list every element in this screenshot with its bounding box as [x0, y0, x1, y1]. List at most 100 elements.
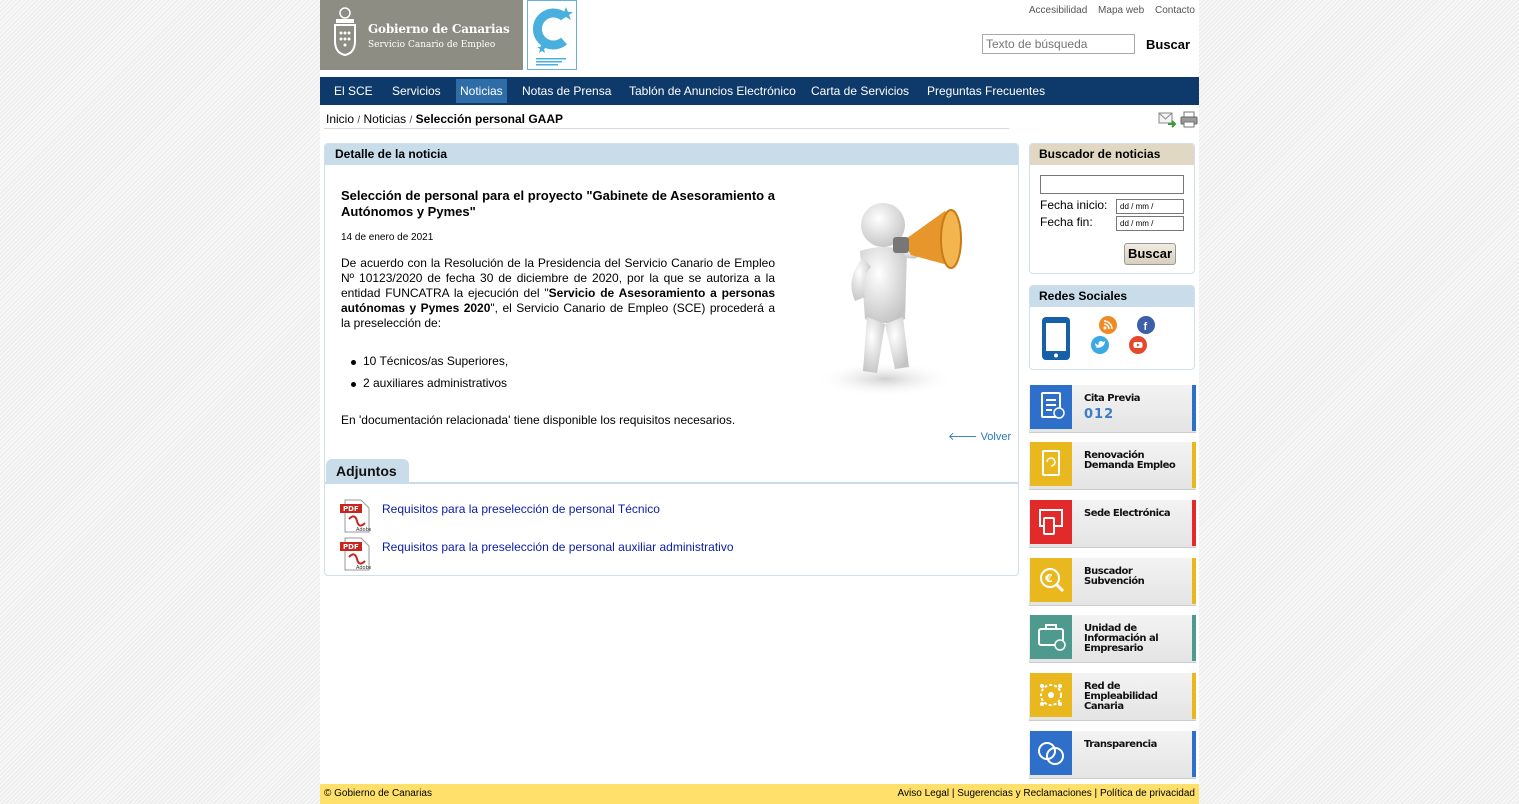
back-link-label: Volver [980, 431, 1012, 443]
megaphone-figure-illustration [815, 203, 962, 397]
appointment-icon [1030, 385, 1072, 429]
breadcrumb-separator: / [409, 115, 413, 126]
start-date-label: Fecha inicio: [1040, 198, 1108, 212]
service-buscador-subvencion[interactable]: € Buscador Subvención [1029, 558, 1196, 606]
link-contacto[interactable]: Contacto [1155, 5, 1195, 16]
devices-icon [1030, 500, 1072, 544]
svg-text:PDF: PDF [343, 505, 359, 513]
back-link[interactable]: 🡐 Volver [948, 429, 1011, 443]
print-icon[interactable] [1180, 111, 1198, 128]
breadcrumb-current: Selección personal GAAP [415, 112, 564, 126]
service-edge [1192, 558, 1196, 604]
search-button[interactable]: Buscar [1146, 37, 1190, 52]
gobierno-de-canarias-logo[interactable]: Gobierno de Canarias Servicio Canario de… [320, 0, 523, 70]
facebook-icon[interactable]: f [1137, 316, 1155, 334]
service-label: Transparencia [1084, 739, 1157, 750]
nav-tablon-anuncios[interactable]: Tablón de Anuncios Electrónico [625, 77, 800, 105]
nav-el-sce[interactable]: El SCE [330, 77, 377, 105]
youtube-icon[interactable] [1129, 336, 1147, 354]
service-edge [1192, 500, 1196, 546]
logo-subtitle: Servicio Canario de Empleo [368, 40, 496, 50]
service-edge [1192, 385, 1196, 431]
nav-servicios[interactable]: Servicios [388, 77, 445, 105]
attachments-tab[interactable]: Adjuntos [326, 459, 409, 483]
news-date: 14 de enero de 2021 [341, 232, 434, 243]
coat-of-arms-icon [334, 7, 356, 57]
service-label: Unidad de Información al Empresario [1084, 623, 1159, 654]
service-transparencia[interactable]: Transparencia [1029, 731, 1196, 779]
list-item: 10 Técnicos/as Superiores, [351, 354, 508, 369]
link-accesibilidad[interactable]: Accesibilidad [1029, 5, 1087, 16]
social-title: Redes Sociales [1030, 286, 1194, 307]
footer-separator: | [951, 788, 955, 799]
svg-text:Adobe: Adobe [356, 565, 371, 571]
breadcrumb-section[interactable]: Noticias [363, 112, 406, 126]
footer-links: Aviso Legal | Sugerencias y Reclamacione… [898, 784, 1195, 804]
footer-link-privacidad[interactable]: Política de privacidad [1100, 788, 1195, 799]
breadcrumb-separator: / [357, 115, 361, 126]
breadcrumb: Inicio / Noticias / Selección personal G… [326, 112, 563, 126]
start-date-field[interactable]: dd / mm / [1116, 199, 1184, 214]
svg-text:Adobe: Adobe [356, 527, 371, 533]
attachment-link[interactable]: Requisitos para la preselección de perso… [382, 540, 734, 554]
transparency-icon [1030, 731, 1072, 775]
news-panel-title: Detalle de la noticia [325, 144, 1018, 165]
network-icon [1030, 673, 1072, 717]
footer-separator: | [1094, 788, 1098, 799]
mobile-icon[interactable] [1042, 317, 1070, 360]
service-sede-electronica[interactable]: Sede Electrónica [1029, 500, 1196, 548]
footer: © Gobierno de Canarias Aviso Legal | Sug… [320, 784, 1199, 804]
footer-link-aviso-legal[interactable]: Aviso Legal [898, 788, 950, 799]
service-edge [1192, 615, 1196, 661]
nav-notas-de-prensa[interactable]: Notas de Prensa [518, 77, 615, 105]
service-phone: 012 [1084, 407, 1115, 422]
briefcase-icon [1030, 615, 1072, 659]
attachment-link[interactable]: Requisitos para la preselección de perso… [382, 502, 660, 516]
rss-icon[interactable] [1099, 316, 1117, 334]
sce-c-icon [532, 7, 573, 66]
service-red-empleabilidad[interactable]: Red de Empleabilidad Canaria [1029, 673, 1196, 721]
breadcrumb-home[interactable]: Inicio [326, 112, 354, 126]
service-edge [1192, 731, 1196, 777]
footer-copyright: © Gobierno de Canarias [324, 788, 432, 799]
list-item: 2 auxiliares administrativos [351, 376, 508, 391]
news-list: 10 Técnicos/as Superiores, 2 auxiliares … [351, 354, 508, 398]
end-date-label: Fecha fin: [1040, 215, 1093, 229]
svg-text:PDF: PDF [343, 543, 359, 551]
social-box: Redes Sociales f [1029, 285, 1195, 370]
search-input[interactable] [982, 34, 1135, 54]
twitter-icon[interactable] [1091, 336, 1109, 354]
sce-logo[interactable] [527, 0, 577, 70]
nav-preguntas-frecuentes[interactable]: Preguntas Frecuentes [923, 77, 1049, 105]
svg-text:f: f [1144, 321, 1148, 333]
news-search-button[interactable]: Buscar [1124, 243, 1176, 265]
send-email-icon[interactable] [1158, 111, 1176, 128]
arrow-left-icon: 🡐 [948, 431, 978, 443]
service-label: Buscador Subvención [1084, 566, 1145, 587]
news-title: Selección de personal para el proyecto "… [341, 188, 775, 219]
service-renovacion-demanda[interactable]: Renovación Demanda Empleo [1029, 442, 1196, 490]
service-unidad-informacion[interactable]: Unidad de Información al Empresario [1029, 615, 1196, 663]
page: Gobierno de Canarias Servicio Canario de… [320, 0, 1199, 804]
service-edge [1192, 442, 1196, 488]
pdf-icon: PDF Adobe [340, 499, 371, 533]
svg-text:€: € [1044, 572, 1053, 585]
service-label: Red de Empleabilidad Canaria [1084, 681, 1158, 712]
link-mapa-web[interactable]: Mapa web [1098, 5, 1144, 16]
news-footer-text: En 'documentación relacionada' tiene dis… [341, 413, 736, 427]
renewal-icon [1030, 442, 1072, 486]
nav-carta-servicios[interactable]: Carta de Servicios [807, 77, 913, 105]
service-edge [1192, 673, 1196, 719]
news-search-title: Buscador de noticias [1030, 144, 1194, 165]
service-label: Cita Previa [1084, 393, 1141, 404]
news-search-input[interactable] [1040, 175, 1184, 194]
nav-noticias[interactable]: Noticias [456, 79, 507, 103]
footer-link-sugerencias[interactable]: Sugerencias y Reclamaciones [957, 788, 1092, 799]
end-date-field[interactable]: dd / mm / [1116, 216, 1184, 231]
news-search-box: Buscador de noticias Fecha inicio: dd / … [1029, 143, 1195, 274]
service-label: Sede Electrónica [1084, 508, 1171, 519]
attachments-divider [325, 482, 1018, 484]
top-links: Accesibilidad Mapa web Contacto [1021, 5, 1195, 16]
service-cita-previa[interactable]: Cita Previa 012 [1029, 385, 1196, 433]
logo-title: Gobierno de Canarias [368, 22, 510, 36]
